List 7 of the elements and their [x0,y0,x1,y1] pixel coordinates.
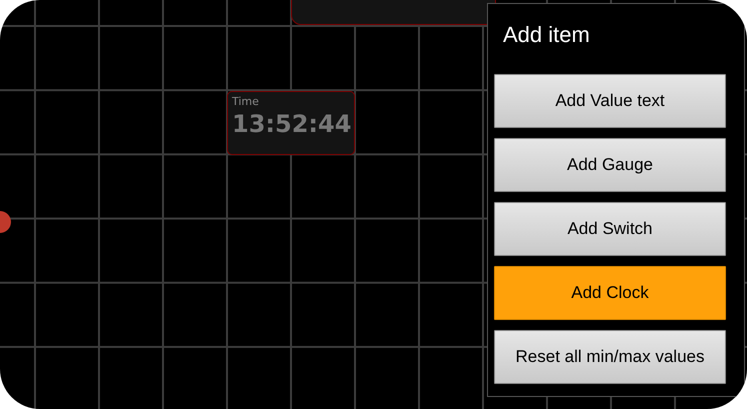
menu-button[interactable]: Add Clock [494,266,726,320]
menu-button[interactable]: Add Value text [494,74,726,128]
menu-button[interactable]: Add Switch [494,202,726,256]
menu-title: Add item [502,21,590,49]
menu-button[interactable]: Add Gauge [494,138,726,192]
menu-button[interactable]: Reset all min/max values [494,330,726,384]
clock-widget[interactable]: Time 13:52:44 [227,91,355,155]
